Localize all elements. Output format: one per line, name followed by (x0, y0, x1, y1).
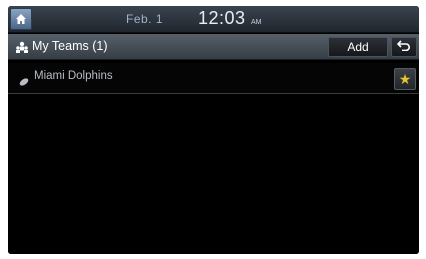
list-empty-area (8, 94, 419, 254)
back-arrow-icon (396, 38, 411, 56)
back-button[interactable] (391, 37, 417, 57)
date-display: Feb. 1 (126, 12, 164, 26)
home-button[interactable] (10, 8, 32, 30)
home-icon (15, 13, 27, 25)
add-team-button[interactable]: Add (328, 37, 388, 57)
title-bar: My Teams (1) Add (8, 34, 419, 60)
people-icon (15, 40, 29, 53)
football-icon (19, 73, 29, 86)
add-button-label: Add (347, 40, 369, 54)
favorite-toggle[interactable]: ★ (394, 68, 416, 90)
status-bar: Feb. 1 12:03 AM (8, 6, 419, 33)
time-display: 12:03 (198, 8, 246, 28)
page-title: My Teams (1) (32, 39, 108, 53)
team-list-item[interactable]: Miami Dolphins ★ (8, 63, 419, 94)
team-name: Miami Dolphins (34, 70, 113, 82)
head-unit-screen: Feb. 1 12:03 AM My Teams (1) Add Miami D… (8, 6, 419, 254)
ampm-indicator: AM (251, 19, 262, 26)
star-icon: ★ (398, 71, 412, 87)
